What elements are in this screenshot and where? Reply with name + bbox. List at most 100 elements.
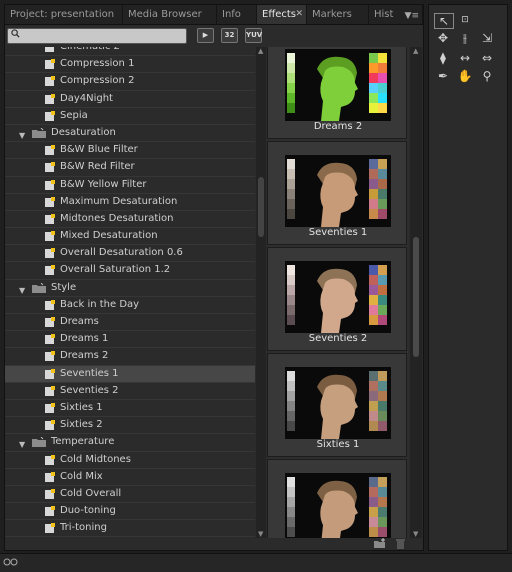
tree-item-label: Style <box>51 281 77 293</box>
tree-item-label: Overall Saturation 1.2 <box>60 264 171 276</box>
tree-item[interactable]: Dreams <box>5 314 255 332</box>
slide-tool-icon[interactable]: ⇔ <box>478 51 496 65</box>
tree-item[interactable]: Mixed Desaturation <box>5 228 255 246</box>
pen-tool-icon[interactable]: ✒ <box>434 69 452 83</box>
tree-item[interactable]: Cold Mix <box>5 469 255 486</box>
close-icon[interactable]: ✕ <box>295 5 303 24</box>
scroll-up-arrow-icon[interactable]: ▲ <box>258 47 263 55</box>
search-input[interactable] <box>7 28 187 44</box>
tab-project[interactable]: Project: presentation <box>5 5 123 24</box>
new-folder-icon[interactable] <box>373 538 387 549</box>
tree-item[interactable]: Sepia <box>5 108 255 125</box>
tree-folder[interactable]: ▼ Desaturation <box>5 125 255 143</box>
tree-item[interactable]: Day4Night <box>5 91 255 108</box>
folder-icon <box>32 127 46 138</box>
preview-caption: Dreams 2 <box>313 121 363 132</box>
yuv-effects-button[interactable]: YUV <box>245 28 262 43</box>
tree-folder[interactable]: ▼ Style <box>5 280 255 297</box>
preset-icon <box>45 471 55 482</box>
tree-scrollbar[interactable]: ▲ ▼ <box>256 47 266 538</box>
preset-icon <box>45 523 55 534</box>
tree-item[interactable]: Dreams 1 <box>5 331 255 349</box>
preset-icon <box>45 145 55 156</box>
preset-icon <box>45 231 55 242</box>
preset-icon <box>45 299 55 310</box>
tree-item[interactable]: Overall Desaturation 0.6 <box>5 245 255 263</box>
slip-tool-icon[interactable]: ↔ <box>456 51 474 65</box>
accelerated-effects-button[interactable]: ▶ <box>197 28 214 43</box>
tree-item[interactable]: Tri-toning <box>5 520 255 538</box>
preview-thumbnails: Dreams 2 Seventies 1 Seventies 2 Sixties 1 <box>267 47 409 538</box>
tree-item[interactable]: B&W Yellow Filter <box>5 177 255 194</box>
tree-item[interactable]: Maximum Desaturation <box>5 194 255 211</box>
preview-image <box>285 49 391 121</box>
preset-icon <box>45 59 55 70</box>
tree-item[interactable]: B&W Red Filter <box>5 159 255 177</box>
preset-icon <box>45 213 55 224</box>
preset-icon <box>45 402 55 413</box>
tab-history[interactable]: Hist ▼≡ <box>369 5 423 24</box>
tree-item-label: Cold Mix <box>60 470 103 482</box>
tree-item[interactable]: Cold Overall <box>5 486 255 504</box>
tree-item-label: Back in the Day <box>60 298 140 310</box>
preset-preview-card[interactable] <box>267 459 407 538</box>
tree-item[interactable]: Dreams 2 <box>5 348 255 366</box>
tree-item[interactable]: Back in the Day <box>5 297 255 314</box>
tree-item-label: B&W Blue Filter <box>60 144 138 156</box>
preset-preview-card[interactable]: Seventies 2 <box>267 247 407 351</box>
preset-preview-card[interactable]: Dreams 2 <box>267 47 407 139</box>
scroll-down-arrow-icon[interactable]: ▼ <box>258 530 263 538</box>
tab-media-browser[interactable]: Media Browser <box>123 5 217 24</box>
rate-stretch-tool-icon[interactable]: ⇲ <box>478 31 496 45</box>
tree-folder[interactable]: ▼ Temperature <box>5 434 255 452</box>
panel-menu-icon[interactable]: ▼≡ <box>405 7 419 24</box>
tree-item-label: Mixed Desaturation <box>60 230 158 242</box>
tree-item[interactable]: B&W Blue Filter <box>5 142 255 160</box>
hand-tool-icon[interactable]: ✋ <box>456 69 474 83</box>
tree-item-label: Maximum Desaturation <box>60 195 178 207</box>
effects-tree: Cinematic 2 Compression 1 Compression 2 Day… <box>5 47 255 538</box>
track-select-tool-icon[interactable]: ⊡ <box>456 13 474 27</box>
preset-preview-card[interactable]: Seventies 1 <box>267 141 407 245</box>
scroll-thumb[interactable] <box>258 177 264 237</box>
tree-item[interactable]: Compression 1 <box>5 56 255 74</box>
preset-icon <box>45 196 55 207</box>
scroll-thumb[interactable] <box>413 237 419 357</box>
tree-item[interactable]: Seventies 2 <box>5 383 255 400</box>
tab-effects[interactable]: Effects ✕ <box>257 5 307 24</box>
tree-item-label: Cold Overall <box>60 487 122 499</box>
tree-item-label: Dreams 2 <box>60 350 109 362</box>
zoom-tool-icon[interactable]: ⚲ <box>478 69 496 83</box>
tree-item[interactable]: Overall Saturation 1.2 <box>5 262 255 280</box>
tree-item[interactable]: Midtones Desaturation <box>5 211 255 229</box>
preset-icon <box>45 93 55 104</box>
preview-scrollbar[interactable]: ▲ ▼ <box>410 47 422 538</box>
tree-item-label: Dreams <box>60 316 99 327</box>
tree-item[interactable]: Seventies 1 <box>5 365 255 383</box>
tab-info[interactable]: Info <box>217 5 257 24</box>
scroll-up-arrow-icon[interactable]: ▲ <box>413 47 418 55</box>
tree-item[interactable]: Compression 2 <box>5 73 255 91</box>
tree-item-label: B&W Red Filter <box>60 161 135 173</box>
trash-icon[interactable] <box>395 538 406 549</box>
search-icon <box>11 29 20 38</box>
ripple-edit-tool-icon[interactable]: ✥ <box>434 31 452 45</box>
32-bit-effects-button[interactable]: 32 <box>221 28 238 43</box>
tab-markers[interactable]: Markers <box>307 5 369 24</box>
razor-tool-icon[interactable]: ⧫ <box>434 51 452 65</box>
folder-icon <box>32 282 46 293</box>
tree-item[interactable]: Duo-toning <box>5 503 255 521</box>
render-status-icon[interactable] <box>3 557 19 568</box>
tree-item[interactable]: Sixties 2 <box>5 417 255 435</box>
scroll-down-arrow-icon[interactable]: ▼ <box>413 530 418 538</box>
panel-tab-bar: Project: presentation Media Browser Info… <box>5 5 423 25</box>
status-bar <box>0 553 512 572</box>
preset-preview-card[interactable]: Sixties 1 <box>267 353 407 457</box>
tree-item-label: Overall Desaturation 0.6 <box>60 247 183 259</box>
tree-item[interactable]: Cinematic 2 <box>5 47 255 57</box>
rolling-edit-tool-icon[interactable]: ⫲ <box>456 31 474 45</box>
tree-item-label: Cinematic 2 <box>60 47 120 55</box>
selection-tool-icon[interactable]: ↖ <box>434 13 454 29</box>
tree-item[interactable]: Cold Midtones <box>5 452 255 469</box>
tree-item[interactable]: Sixties 1 <box>5 400 255 418</box>
